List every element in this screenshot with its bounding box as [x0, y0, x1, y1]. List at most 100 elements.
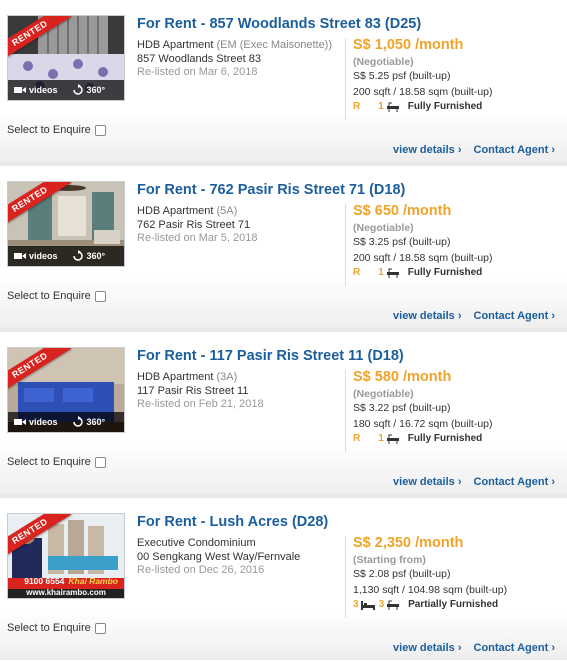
bathtub-icon: [386, 102, 399, 112]
rotate-360-icon: [72, 416, 83, 427]
enquire-checkbox[interactable]: [94, 124, 106, 136]
divider: [345, 536, 346, 618]
videos-badge[interactable]: videos: [14, 251, 58, 261]
contact-agent-link[interactable]: Contact Agent ›: [474, 642, 555, 654]
property-subtype: (3A): [216, 371, 238, 383]
video-camera-icon: [14, 419, 26, 425]
property-subtype: (5A): [216, 205, 238, 217]
view360-label: 360°: [86, 85, 106, 95]
video-camera-icon: [14, 253, 26, 259]
enquire-checkbox[interactable]: [94, 622, 106, 634]
bath-count: 1: [378, 101, 384, 112]
property-type: HDB Apartment (3A): [137, 371, 237, 383]
price-psf: S$ 2.08 psf (built-up): [353, 568, 451, 580]
contact-agent-link[interactable]: Contact Agent ›: [474, 144, 555, 156]
enquire-option[interactable]: Select to Enquire: [7, 456, 106, 468]
view360-badge[interactable]: 360°: [72, 416, 105, 428]
bath-count: 1: [378, 433, 384, 444]
floor-size: 180 sqft / 16.72 sqm (built-up): [353, 418, 493, 430]
listed-date: Re-listed on Feb 21, 2018: [137, 398, 264, 410]
contact-agent-link[interactable]: Contact Agent ›: [474, 310, 555, 322]
listing-price: S$ 580 /month: [353, 369, 452, 385]
listing-thumbnail[interactable]: RENTED videos 360°: [7, 347, 125, 433]
price-note: (Negotiable): [353, 56, 414, 68]
property-subtype: (EM (Exec Maisonette)): [216, 39, 333, 51]
bath-count: 3: [378, 599, 385, 610]
listing-price: S$ 2,350 /month: [353, 535, 464, 551]
furnishing: Fully Furnished: [407, 101, 483, 112]
card-actions: view details › Contact Agent ›: [381, 642, 555, 654]
property-type-main: HDB Apartment: [137, 39, 214, 51]
price-psf: S$ 3.25 psf (built-up): [353, 236, 451, 248]
enquire-option[interactable]: Select to Enquire: [7, 124, 106, 136]
listing-address: 00 Sengkang West Way/Fernvale: [137, 551, 301, 563]
listed-date: Re-listed on Dec 26, 2016: [137, 564, 265, 576]
videos-badge[interactable]: videos: [14, 417, 58, 427]
listing-thumbnail[interactable]: RENTED 9100 6554 Khai Rambo www.khairamb…: [7, 513, 125, 599]
listing-thumbnail[interactable]: RENTED videos 360°: [7, 181, 125, 267]
bed-count: 3: [353, 599, 359, 610]
listing-title-link[interactable]: For Rent - 117 Pasir Ris Street 11 (D18): [137, 348, 404, 364]
view-details-link[interactable]: view details ›: [393, 476, 461, 488]
listing-title-link[interactable]: For Rent - Lush Acres (D28): [137, 514, 328, 530]
media-overlay: videos 360°: [8, 412, 124, 432]
listing-card: RENTED videos 360° For Rent - 117 Pasir …: [0, 332, 567, 494]
property-type-main: Executive Condominium: [137, 537, 256, 549]
listing-title-link[interactable]: For Rent - 762 Pasir Ris Street 71 (D18): [137, 182, 405, 198]
property-type: Executive Condominium: [137, 537, 256, 549]
bath-count: 1: [378, 267, 384, 278]
rotate-360-icon: [72, 250, 83, 261]
view360-badge[interactable]: 360°: [72, 84, 106, 96]
view360-badge[interactable]: 360°: [72, 250, 105, 262]
video-camera-icon: [14, 87, 26, 93]
price-note: (Negotiable): [353, 222, 414, 234]
bathtub-icon: [387, 600, 400, 610]
media-overlay: videos 360°: [8, 246, 124, 266]
contact-agent-link[interactable]: Contact Agent ›: [474, 476, 555, 488]
videos-label: videos: [29, 417, 58, 427]
enquire-label: Select to Enquire: [7, 456, 91, 468]
enquire-checkbox[interactable]: [94, 456, 106, 468]
view-details-link[interactable]: view details ›: [393, 144, 461, 156]
enquire-option[interactable]: Select to Enquire: [7, 622, 106, 634]
card-actions: view details › Contact Agent ›: [381, 144, 555, 156]
card-actions: view details › Contact Agent ›: [381, 310, 555, 322]
listing-thumbnail[interactable]: RENTED videos 360°: [7, 15, 125, 101]
room-code: R: [353, 101, 361, 112]
furnishing: Fully Furnished: [407, 433, 483, 444]
listing-title-link[interactable]: For Rent - 857 Woodlands Street 83 (D25): [137, 16, 421, 32]
rotate-360-icon: [72, 84, 83, 95]
property-type-main: HDB Apartment: [137, 371, 214, 383]
price-psf: S$ 3.22 psf (built-up): [353, 402, 451, 414]
furnishing: Fully Furnished: [407, 267, 483, 278]
price-note: (Negotiable): [353, 388, 414, 400]
listing-address: 762 Pasir Ris Street 71: [137, 219, 251, 231]
listing-price: S$ 650 /month: [353, 203, 452, 219]
property-type-main: HDB Apartment: [137, 205, 214, 217]
media-overlay: videos 360°: [8, 80, 124, 100]
agent-phone-banner: 9100 6554 Khai Rambo: [8, 576, 124, 587]
enquire-label: Select to Enquire: [7, 290, 91, 302]
agent-name: Khai Rambo: [68, 576, 118, 586]
features-row: 3 3 Partially Furnished: [353, 599, 498, 610]
price-psf: S$ 5.25 psf (built-up): [353, 70, 451, 82]
floor-size: 200 sqft / 18.58 sqm (built-up): [353, 86, 493, 98]
listing-card: RENTED 9100 6554 Khai Rambo www.khairamb…: [0, 498, 567, 660]
listed-date: Re-listed on Mar 6, 2018: [137, 66, 258, 78]
divider: [345, 204, 346, 286]
card-actions: view details › Contact Agent ›: [381, 476, 555, 488]
view-details-link[interactable]: view details ›: [393, 310, 461, 322]
listing-address: 117 Pasir Ris Street 11: [137, 385, 249, 397]
enquire-label: Select to Enquire: [7, 124, 91, 136]
divider: [345, 38, 346, 120]
view-details-link[interactable]: view details ›: [393, 642, 461, 654]
enquire-option[interactable]: Select to Enquire: [7, 290, 106, 302]
videos-badge[interactable]: videos: [14, 85, 58, 95]
listing-card: RENTED videos 360° For Rent - 762 Pasir …: [0, 166, 567, 328]
listed-date: Re-listed on Mar 5, 2018: [137, 232, 258, 244]
bathtub-icon: [386, 434, 399, 444]
enquire-checkbox[interactable]: [94, 290, 106, 302]
agent-phone: 9100 6554: [24, 576, 65, 586]
price-note: (Starting from): [353, 554, 426, 566]
furnishing: Partially Furnished: [408, 599, 499, 610]
